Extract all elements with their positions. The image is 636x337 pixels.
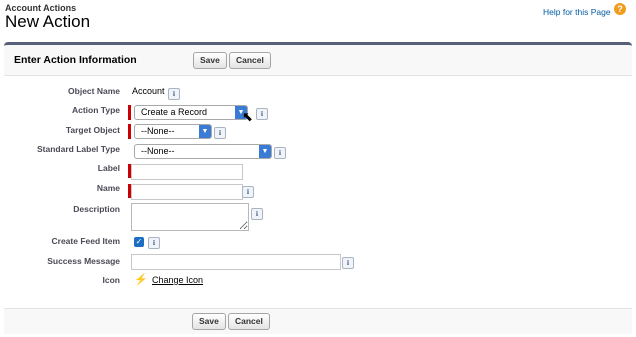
info-icon[interactable]: i bbox=[214, 127, 226, 139]
standard-label-type-value: --None-- bbox=[141, 146, 175, 156]
lightning-bolt-icon: ⚡ bbox=[134, 274, 148, 286]
target-object-select[interactable]: --None-- ▼ bbox=[134, 124, 212, 139]
required-marker bbox=[128, 124, 131, 139]
required-marker bbox=[128, 105, 131, 120]
success-message-label: Success Message bbox=[47, 256, 120, 266]
cursor-icon: ⬉ bbox=[242, 109, 253, 124]
create-feed-item-checkbox[interactable]: ✓ bbox=[134, 237, 144, 247]
description-textarea[interactable] bbox=[131, 203, 249, 231]
success-message-input[interactable] bbox=[131, 254, 341, 270]
target-object-label: Target Object bbox=[65, 125, 120, 135]
create-feed-item-label: Create Feed Item bbox=[51, 236, 121, 246]
section-title: Enter Action Information bbox=[14, 54, 137, 66]
name-input[interactable] bbox=[131, 184, 243, 200]
chevron-down-icon: ▼ bbox=[199, 125, 211, 138]
info-icon[interactable]: i bbox=[251, 208, 263, 220]
target-object-value: --None-- bbox=[141, 126, 175, 136]
label-input[interactable] bbox=[131, 164, 243, 180]
cancel-button-top[interactable]: Cancel bbox=[229, 52, 271, 69]
help-icon[interactable]: ? bbox=[614, 3, 626, 15]
description-label: Description bbox=[73, 204, 120, 214]
save-button-bottom[interactable]: Save bbox=[192, 313, 226, 330]
object-name-label: Object Name bbox=[68, 86, 120, 96]
page-title: New Action bbox=[5, 12, 91, 31]
action-type-label: Action Type bbox=[71, 105, 120, 115]
object-name-value: Account bbox=[132, 86, 165, 96]
name-field-label: Name bbox=[96, 183, 120, 193]
cancel-button-bottom[interactable]: Cancel bbox=[228, 313, 270, 330]
action-type-value: Create a Record bbox=[141, 107, 208, 117]
panel-header: Enter Action Information Save Cancel bbox=[4, 45, 632, 76]
panel-body: Object Name Account i Action Type Create… bbox=[4, 76, 632, 308]
info-icon[interactable]: i bbox=[148, 237, 160, 249]
save-button-top[interactable]: Save bbox=[193, 52, 227, 69]
label-field-label: Label bbox=[97, 163, 120, 173]
info-icon[interactable]: i bbox=[274, 147, 286, 159]
change-icon-link[interactable]: Change Icon bbox=[152, 275, 203, 285]
info-icon[interactable]: i bbox=[168, 88, 180, 100]
info-icon[interactable]: i bbox=[342, 257, 354, 269]
standard-label-type-label: Standard Label Type bbox=[37, 144, 120, 154]
chevron-down-icon: ▼ bbox=[259, 145, 271, 158]
info-icon[interactable]: i bbox=[256, 108, 268, 120]
icon-label: Icon bbox=[102, 275, 120, 285]
standard-label-type-select[interactable]: --None-- ▼ bbox=[134, 144, 272, 159]
action-info-panel: Enter Action Information Save Cancel Obj… bbox=[4, 42, 632, 334]
action-type-select[interactable]: Create a Record ▼ bbox=[134, 105, 248, 120]
panel-footer: Save Cancel bbox=[4, 308, 632, 335]
help-link[interactable]: Help for this Page bbox=[543, 7, 611, 17]
info-icon[interactable]: i bbox=[242, 186, 254, 198]
